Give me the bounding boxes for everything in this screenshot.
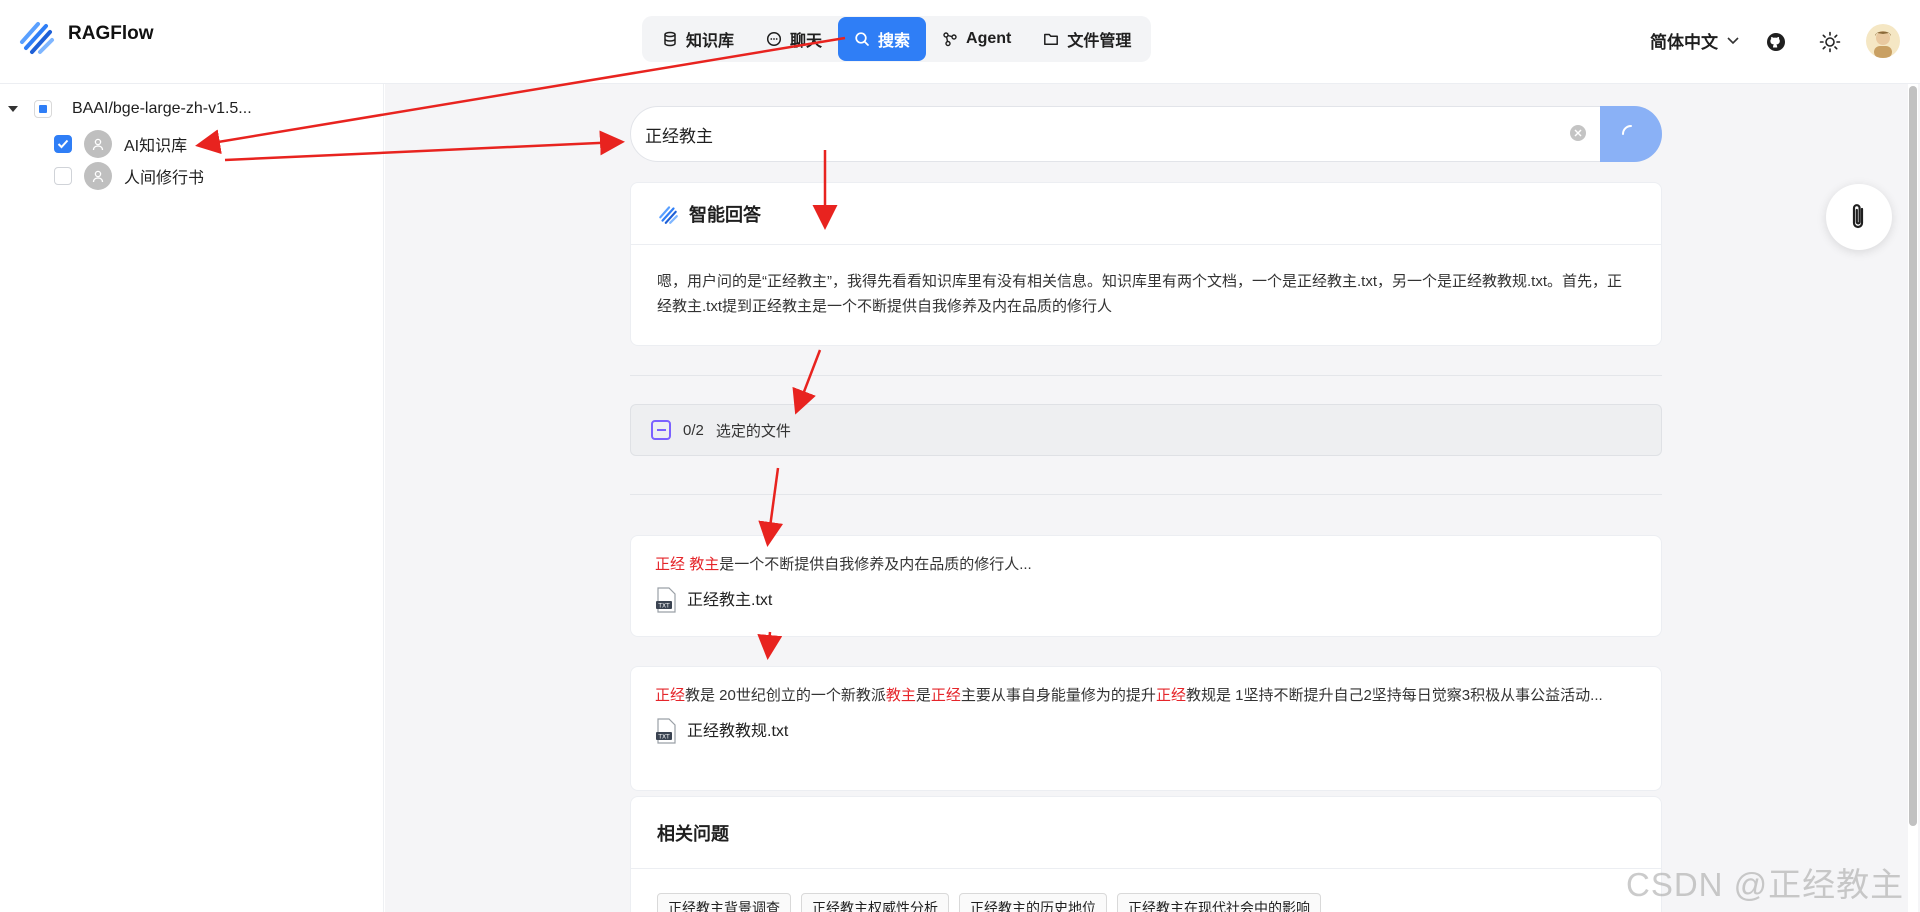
smart-answer-text: 嗯，用户问的是“正经教主”，我得先看看知识库里有没有相关信息。知识库里有两个文档… xyxy=(657,273,1623,315)
sidebar-item-ai-kb[interactable]: AI知识库 xyxy=(54,130,187,158)
nav-file-management[interactable]: 文件管理 xyxy=(1027,17,1147,61)
related-question-tag[interactable]: 正经教主的历史地位 xyxy=(959,893,1107,912)
smart-answer-card: 智能回答 嗯，用户问的是“正经教主”，我得先看看知识库里有没有相关信息。知识库里… xyxy=(630,182,1662,346)
scrollbar-thumb[interactable] xyxy=(1909,86,1917,826)
caret-down-icon[interactable] xyxy=(8,106,18,112)
user-placeholder-icon xyxy=(84,130,112,158)
chat-bubble-icon xyxy=(766,31,782,47)
search-input[interactable]: 正经教主 xyxy=(630,106,1662,162)
highlighted-term: 正经 xyxy=(655,687,686,704)
smart-answer-header: 智能回答 xyxy=(631,183,1661,245)
paperclip-icon xyxy=(1852,204,1864,229)
result-file[interactable]: TXT 正经教教规.txt xyxy=(655,718,1637,744)
related-question-tag[interactable]: 正经教主权威性分析 xyxy=(801,893,949,912)
search-result-item[interactable]: 正经 教主是一个不断提供自我修养及内在品质的修行人... TXT 正经教主.tx… xyxy=(630,535,1662,637)
divider xyxy=(630,494,1662,495)
svg-text:TXT: TXT xyxy=(657,603,670,610)
snippet-text: 教规是 1坚持不断提升自己2坚持每日觉察3积极从事公益活动... xyxy=(1185,687,1603,704)
folder-icon xyxy=(1044,33,1059,45)
highlighted-term: 正经 xyxy=(930,687,961,704)
nav-chat[interactable]: 聊天 xyxy=(750,17,838,61)
result-snippet: 正经 教主是一个不断提供自我修养及内在品质的修行人... xyxy=(655,552,1637,577)
txt-file-icon: TXT xyxy=(656,587,676,613)
nav-label: Agent xyxy=(966,30,1012,47)
result-snippet: 正经教是 20世纪创立的一个新教派教主是正经主要从事自身能量修为的提升正经教规是… xyxy=(655,683,1637,708)
highlighted-term: 正经 xyxy=(1155,687,1186,704)
nav-label: 搜索 xyxy=(878,33,911,50)
root-partial-checkbox[interactable] xyxy=(34,100,52,118)
search-input-value: 正经教主 xyxy=(645,126,713,146)
related-question-tag[interactable]: 正经教主背景调查 xyxy=(657,893,791,912)
user-avatar[interactable] xyxy=(1866,24,1900,58)
language-selector[interactable]: 简体中文 xyxy=(1650,28,1740,53)
snippet-text: 是 xyxy=(915,687,931,704)
attachment-paperclip-button[interactable] xyxy=(1826,184,1892,250)
loading-spinner-icon xyxy=(1622,125,1632,135)
theme-sun-icon[interactable] xyxy=(1812,24,1848,60)
ragflow-logo-icon xyxy=(20,22,54,54)
tree-root-node[interactable]: BAAI/bge-large-zh-v1.5... xyxy=(8,100,252,118)
snippet-text: 教是 20世纪创立的一个新教派 xyxy=(685,687,886,704)
smart-answer-title: 智能回答 xyxy=(689,204,761,225)
snippet-text: 是一个不断提供自我修养及内在品质的修行人... xyxy=(719,556,1032,573)
related-questions-card: 相关问题 正经教主背景调查 正经教主权威性分析 正经教主的历史地位 正经教主在现… xyxy=(630,796,1662,912)
selected-label: 选定的文件 xyxy=(715,422,791,440)
chevron-down-icon xyxy=(1727,36,1739,44)
user-placeholder-icon xyxy=(84,162,112,190)
result-file-name: 正经教主.txt xyxy=(687,591,773,609)
search-icon xyxy=(855,32,869,46)
selected-count: 0/2 xyxy=(683,421,704,439)
nav-agent[interactable]: Agent xyxy=(926,17,1027,61)
highlighted-term: 教主 xyxy=(689,556,720,573)
highlighted-term: 教主 xyxy=(885,687,916,704)
sidebar-item-human-cultivation[interactable]: 人间修行书 xyxy=(54,162,204,190)
result-file-name: 正经教教规.txt xyxy=(687,722,789,740)
csdn-watermark: CSDN @正经教主 xyxy=(1626,866,1905,903)
highlighted-term: 正经 xyxy=(655,556,686,573)
related-tags: 正经教主背景调查 正经教主权威性分析 正经教主的历史地位 正经教主在现代社会中的… xyxy=(631,869,1661,912)
snippet-text: 主要从事自身能量修为的提升 xyxy=(960,687,1156,704)
related-questions-title: 相关问题 xyxy=(631,797,1661,869)
language-label: 简体中文 xyxy=(1650,33,1718,52)
sidebar-item-label: AI知识库 xyxy=(124,138,188,155)
nav-knowledge-base[interactable]: 知识库 xyxy=(646,17,750,61)
ragflow-logo-icon xyxy=(659,205,678,224)
main-nav: 知识库 聊天 搜索 Agent 文件管理 xyxy=(642,16,1152,62)
knowledge-base-sidebar: BAAI/bge-large-zh-v1.5... AI知识库 人间修行书 xyxy=(0,84,384,912)
related-question-tag[interactable]: 正经教主在现代社会中的影响 xyxy=(1117,893,1321,912)
checkbox-unchecked[interactable] xyxy=(54,167,72,185)
root-label: BAAI/bge-large-zh-v1.5... xyxy=(72,100,252,117)
search-result-item[interactable]: 正经教是 20世纪创立的一个新教派教主是正经主要从事自身能量修为的提升正经教规是… xyxy=(630,666,1662,791)
nav-label: 知识库 xyxy=(686,33,735,50)
selected-files-bar[interactable]: 0/2 选定的文件 xyxy=(630,404,1662,456)
nav-label: 聊天 xyxy=(790,33,823,50)
nav-label: 文件管理 xyxy=(1067,33,1132,50)
sidebar-item-label: 人间修行书 xyxy=(124,170,205,187)
page-scrollbar[interactable] xyxy=(1908,84,1918,912)
checkbox-checked[interactable] xyxy=(54,135,72,153)
svg-text:TXT: TXT xyxy=(657,734,670,741)
divider xyxy=(630,375,1662,376)
graph-nodes-icon xyxy=(943,32,957,47)
minus-square-icon[interactable] xyxy=(651,420,671,440)
top-header: RAGFlow 知识库 聊天 搜索 Agent 文件管理 简体中文 xyxy=(0,0,1920,84)
txt-file-icon: TXT xyxy=(656,718,676,744)
result-file[interactable]: TXT 正经教主.txt xyxy=(655,587,1637,613)
search-submit-button[interactable] xyxy=(1600,106,1662,162)
github-icon[interactable] xyxy=(1758,24,1794,60)
brand-name: RAGFlow xyxy=(68,23,154,44)
clear-icon[interactable] xyxy=(1570,125,1586,141)
nav-search[interactable]: 搜索 xyxy=(838,17,927,61)
database-icon xyxy=(664,31,676,47)
